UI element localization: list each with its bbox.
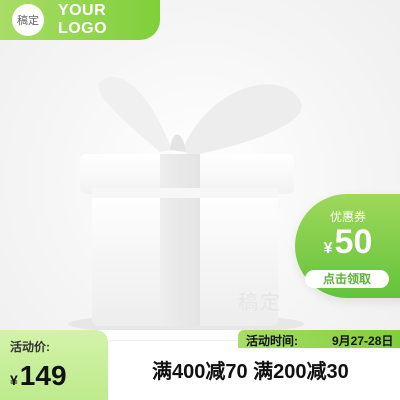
price-row: ¥ 149 xyxy=(10,360,67,392)
promo-canvas: 稿定 YOUR LOGO 稿定 优惠券 ¥50 点击领取 活动价: ¥ 149 … xyxy=(0,0,400,400)
activity-time-strip: 活动时间: 9月27-28日 xyxy=(238,330,400,348)
promotion-text: 满400减70 满200减30 xyxy=(152,361,349,383)
activity-time-label: 活动时间: xyxy=(246,334,298,348)
coupon-card[interactable]: 优惠券 ¥50 点击领取 xyxy=(295,194,400,298)
coupon-value: 50 xyxy=(334,223,373,261)
price-block: 活动价: ¥ 149 xyxy=(0,330,108,400)
coupon-currency: ¥ xyxy=(323,240,333,257)
watermark-text: 稿定 xyxy=(238,292,282,314)
coupon-value-row: ¥50 xyxy=(295,222,400,269)
price-currency: ¥ xyxy=(10,372,18,388)
logo-badge-text: 稿定 xyxy=(16,15,39,27)
logo-text: YOUR LOGO xyxy=(57,2,108,37)
logo-pill: 稿定 YOUR LOGO xyxy=(0,0,160,40)
activity-time-value: 9月27-28日 xyxy=(332,334,394,348)
price-label: 活动价: xyxy=(10,340,50,354)
claim-coupon-button[interactable]: 点击领取 xyxy=(305,270,389,288)
logo-badge: 稿定 xyxy=(12,4,44,36)
price-value: 149 xyxy=(19,360,67,391)
